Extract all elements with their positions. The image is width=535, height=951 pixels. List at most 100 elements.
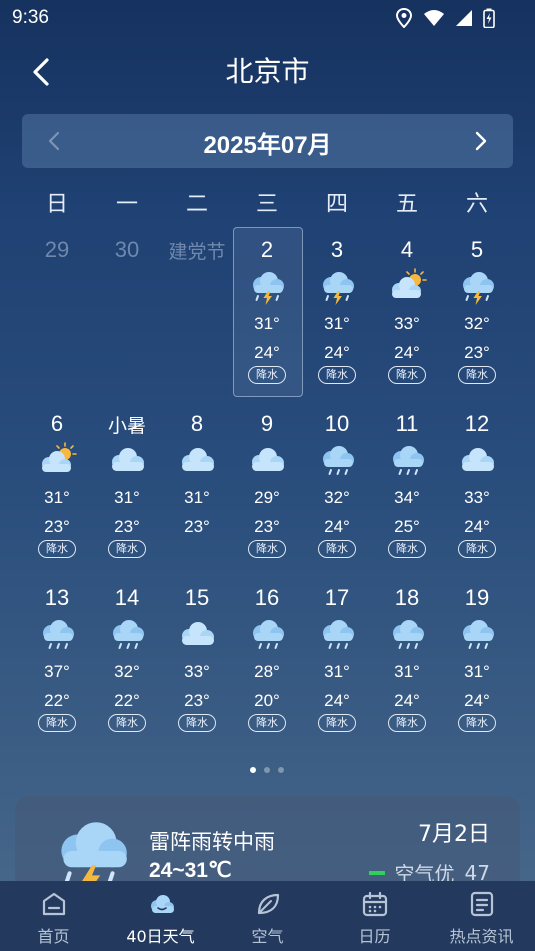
calendar-day-cell[interactable]: 小暑 31° 23° 降水 xyxy=(92,400,162,574)
day-number: 2 xyxy=(260,237,274,262)
calendar-day-cell[interactable]: 9 29° 23° 降水 xyxy=(232,400,302,574)
precipitation-badge: 降水 xyxy=(248,540,286,558)
calendar-day-cell[interactable]: 13 37° 22° 降水 xyxy=(22,574,92,748)
precipitation-badge: 降水 xyxy=(458,714,496,732)
rain-icon xyxy=(323,446,354,475)
day-number: 29 xyxy=(44,237,70,262)
precipitation-badge: 降水 xyxy=(318,366,356,384)
day-number: 6 xyxy=(50,411,64,436)
calendar-day-cell[interactable]: 3 31° 24° 降水 xyxy=(302,226,372,400)
low-temp: 24° xyxy=(324,517,350,536)
leaf-icon xyxy=(257,893,280,915)
pager-dots xyxy=(250,767,284,773)
precipitation-badge: 降水 xyxy=(458,540,496,558)
precipitation-badge: 降水 xyxy=(388,714,426,732)
month-selector: 2025年07月 xyxy=(22,114,513,168)
cloudy-icon xyxy=(112,448,144,471)
bottom-tab-bar: 首页 40日天气 空气 日历 热点资讯 xyxy=(0,881,535,951)
calendar-day-cell[interactable]: 2 31° 24° 降水 xyxy=(232,226,303,400)
page-title: 北京市 xyxy=(225,55,310,88)
day-number: 13 xyxy=(44,585,70,610)
cloudy-icon xyxy=(182,622,214,645)
calendar-day-cell[interactable]: 4 33° 24° 降水 xyxy=(372,226,442,400)
pager-dot[interactable] xyxy=(264,767,270,773)
calendar-day-cell[interactable]: 14 32° 22° 降水 xyxy=(92,574,162,748)
high-temp: 31° xyxy=(394,662,420,681)
precipitation-badge: 降水 xyxy=(318,714,356,732)
low-temp: 24° xyxy=(464,691,490,710)
low-temp: 23° xyxy=(114,517,140,536)
high-temp: 28° xyxy=(254,662,280,681)
pager-dot[interactable] xyxy=(278,767,284,773)
day-number: 17 xyxy=(324,585,350,610)
calendar-day-cell[interactable]: 11 34° 25° 降水 xyxy=(372,400,442,574)
calendar-day-cell[interactable]: 30 xyxy=(92,226,162,400)
high-temp: 32° xyxy=(324,488,350,507)
header: 北京市 xyxy=(0,40,535,100)
calendar-day-cell[interactable]: 18 31° 24° 降水 xyxy=(372,574,442,748)
weekday-label: 六 xyxy=(465,192,488,217)
precipitation-badge: 降水 xyxy=(388,366,426,384)
weekday-label: 日 xyxy=(45,192,68,217)
tab-air[interactable]: 空气 xyxy=(214,881,321,951)
tab-label: 40日天气 xyxy=(126,927,195,946)
thunder-rain-icon xyxy=(323,272,354,305)
high-temp: 31° xyxy=(254,314,280,333)
tab-label: 空气 xyxy=(251,927,284,946)
thunder-rain-icon xyxy=(463,272,494,305)
calendar-day-cell[interactable]: 15 33° 23° 降水 xyxy=(162,574,232,748)
tab-home[interactable]: 首页 xyxy=(0,881,107,951)
calendar-day-cell[interactable]: 19 31° 24° 降水 xyxy=(442,574,512,748)
calendar-day-cell[interactable]: 17 31° 24° 降水 xyxy=(302,574,372,748)
high-temp: 33° xyxy=(184,662,210,681)
day-number: 12 xyxy=(464,411,490,436)
signal-icon xyxy=(456,10,472,26)
rain-icon xyxy=(43,620,74,649)
day-number: 16 xyxy=(254,585,280,610)
tab-40-day-weather[interactable]: 40日天气 xyxy=(107,881,214,951)
tab-label: 首页 xyxy=(37,927,70,946)
low-temp: 22° xyxy=(114,691,140,710)
thunder-rain-icon xyxy=(253,272,284,305)
weekday-label: 三 xyxy=(255,192,278,217)
calendar-day-cell[interactable]: 5 32° 23° 降水 xyxy=(442,226,512,400)
partly-cloudy-icon xyxy=(392,268,427,298)
pager-dot[interactable] xyxy=(250,767,256,773)
high-temp: 29° xyxy=(254,488,280,507)
calendar-day-cell[interactable]: 建党节 xyxy=(162,226,232,400)
calendar-day-cell[interactable]: 8 31° 23° xyxy=(162,400,232,574)
low-temp: 24° xyxy=(464,517,490,536)
rain-icon xyxy=(393,446,424,475)
weekday-label: 一 xyxy=(115,192,138,217)
home-icon xyxy=(42,892,66,916)
tab-calendar[interactable]: 日历 xyxy=(321,881,428,951)
precipitation-badge: 降水 xyxy=(38,714,76,732)
calendar-day-cell[interactable]: 16 28° 20° 降水 xyxy=(232,574,302,748)
status-icons xyxy=(395,8,495,28)
partly-cloudy-icon xyxy=(42,442,77,472)
calendar-day-cell[interactable]: 29 xyxy=(22,226,92,400)
weekday-label: 二 xyxy=(185,192,208,217)
high-temp: 31° xyxy=(184,488,210,507)
high-temp: 33° xyxy=(394,314,420,333)
calendar-grid: 29 30 建党节 2 31° 24° 降水 3 31° 24° 降水 4 33° 24° 降水 5 3… xyxy=(22,226,513,748)
low-temp: 23° xyxy=(464,343,490,362)
high-temp: 31° xyxy=(324,662,350,681)
rain-icon xyxy=(113,620,144,649)
status-bar: 9:36 xyxy=(0,0,535,36)
high-temp: 31° xyxy=(114,488,140,507)
day-number: 15 xyxy=(184,585,210,610)
high-temp: 31° xyxy=(324,314,350,333)
low-temp: 20° xyxy=(254,691,280,710)
next-month-icon[interactable] xyxy=(467,128,493,154)
calendar-day-cell[interactable]: 10 32° 24° 降水 xyxy=(302,400,372,574)
day-number: 30 xyxy=(114,237,140,262)
calendar-day-cell[interactable]: 6 31° 23° 降水 xyxy=(22,400,92,574)
tab-hot-news[interactable]: 热点资讯 xyxy=(428,881,535,951)
high-temp: 37° xyxy=(44,662,70,681)
calendar-day-cell[interactable]: 12 33° 24° 降水 xyxy=(442,400,512,574)
high-temp: 34° xyxy=(394,488,420,507)
calendar-icon xyxy=(362,891,388,917)
day-number: 4 xyxy=(400,237,414,262)
precipitation-badge: 降水 xyxy=(248,366,286,384)
